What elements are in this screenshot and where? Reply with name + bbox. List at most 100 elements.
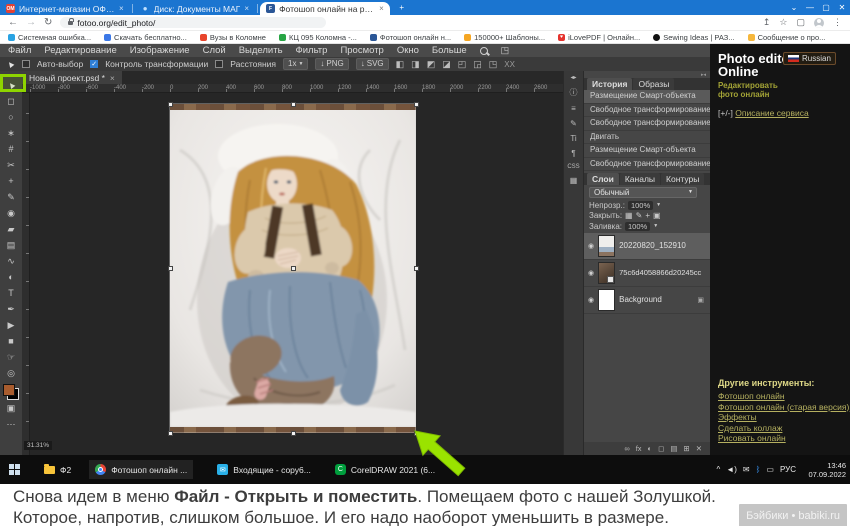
frame-icon-3[interactable]: ◳ bbox=[489, 59, 498, 70]
document-tab[interactable]: Новый проект.psd * × bbox=[22, 71, 122, 84]
auto-select-checkbox[interactable] bbox=[21, 60, 30, 68]
visibility-eye-icon[interactable]: ◉ bbox=[588, 269, 594, 277]
tool-zoom[interactable]: ◎ bbox=[0, 365, 22, 381]
info-panel-icon[interactable]: ⓘ bbox=[570, 87, 578, 98]
link-effects[interactable]: Эффекты bbox=[718, 412, 849, 423]
tool-brush[interactable]: ✎ bbox=[0, 189, 22, 205]
history-item[interactable]: Размещение Смарт-объекта bbox=[584, 144, 710, 158]
scale-dropdown[interactable]: 1x ▼ bbox=[283, 58, 309, 70]
description-toggle[interactable]: [+/-] bbox=[718, 108, 733, 118]
service-description-link[interactable]: Описание сервиса bbox=[735, 108, 808, 118]
foreground-color-swatch[interactable] bbox=[3, 384, 15, 396]
url-bar[interactable]: fotoo.org/edit_photo/ bbox=[60, 17, 327, 28]
tab-snapshots[interactable]: Образы bbox=[633, 78, 675, 90]
collapse-right-icon[interactable]: ▸◂ bbox=[701, 72, 706, 78]
lock-all-icon[interactable]: ▣ bbox=[653, 211, 661, 220]
align-center-icon[interactable]: ◨ bbox=[411, 59, 420, 70]
document-close-icon[interactable]: × bbox=[110, 73, 115, 83]
history-item[interactable]: Двигать bbox=[584, 130, 710, 144]
tool-marquee[interactable]: ◻ bbox=[0, 93, 22, 109]
new-tab-button[interactable]: + bbox=[394, 0, 410, 15]
tool-lasso[interactable]: ○ bbox=[0, 109, 22, 125]
character-panel-icon[interactable]: Ti bbox=[570, 134, 576, 143]
window-restore-icon[interactable]: ▢ bbox=[818, 0, 834, 15]
visibility-eye-icon[interactable]: ◉ bbox=[588, 296, 594, 304]
fill-value[interactable]: 100% bbox=[625, 221, 651, 231]
transform-handle-mid-left[interactable] bbox=[168, 266, 173, 271]
lock-pixels-icon[interactable]: ✎ bbox=[636, 211, 643, 220]
menu-image[interactable]: Изображение bbox=[130, 45, 190, 56]
tool-shape[interactable]: ■ bbox=[0, 333, 22, 349]
browser-tab-1[interactable]: ОМ Интернет-магазин ОФИСМАГ × bbox=[0, 2, 130, 15]
lock-position-icon[interactable]: + bbox=[645, 211, 650, 220]
bookmark-star-icon[interactable]: ☆ bbox=[779, 17, 787, 28]
collapse-panels-icon[interactable]: ◂▸ bbox=[570, 74, 576, 81]
bookmark-item[interactable]: 150000+ Шаблоны... bbox=[464, 33, 545, 42]
frame-icon-1[interactable]: ◰ bbox=[458, 59, 467, 70]
tool-magic-wand[interactable]: ∗ bbox=[0, 125, 22, 141]
taskbar-chrome-app[interactable]: Фотошоп онлайн ... bbox=[89, 460, 194, 479]
tool-healing[interactable]: + bbox=[0, 173, 22, 189]
link-layers-icon[interactable]: ∞ bbox=[624, 444, 629, 453]
tab-close-icon[interactable]: × bbox=[379, 4, 384, 13]
link-draw-online[interactable]: Рисовать онлайн bbox=[718, 433, 849, 444]
bookmark-item[interactable]: КЦ 095 Коломна -... bbox=[278, 33, 357, 42]
tab-layers[interactable]: Слои bbox=[587, 173, 619, 185]
transform-handle-center[interactable] bbox=[291, 266, 296, 271]
reload-icon[interactable]: ↻ bbox=[44, 17, 52, 28]
tool-path-select[interactable]: ▶ bbox=[0, 317, 22, 333]
fullscreen-icon[interactable]: ◳ bbox=[501, 45, 510, 56]
layer-group-icon[interactable]: ▤ bbox=[670, 444, 677, 453]
menu-more[interactable]: Больше bbox=[432, 45, 467, 56]
browser-menu-icon[interactable]: ⋮ bbox=[833, 17, 842, 28]
menu-view[interactable]: Просмотр bbox=[340, 45, 383, 56]
tool-crop[interactable]: # bbox=[0, 141, 22, 157]
transform-controls-checkbox[interactable]: ✓ bbox=[90, 60, 99, 68]
transform-handle-mid-right[interactable] bbox=[414, 266, 419, 271]
tab-history[interactable]: История bbox=[587, 78, 633, 90]
lock-transparency-icon[interactable]: ▦ bbox=[625, 211, 633, 220]
tab-close-icon[interactable]: × bbox=[244, 4, 249, 13]
menu-edit[interactable]: Редактирование bbox=[44, 45, 116, 56]
layer-mask-icon[interactable]: ◻ bbox=[658, 444, 664, 453]
history-item[interactable]: Свободное трансформирование bbox=[584, 103, 710, 117]
export-svg-button[interactable]: ↓ SVG bbox=[355, 58, 389, 70]
distribute-icon[interactable]: ◪ bbox=[442, 59, 451, 70]
distances-checkbox[interactable] bbox=[215, 60, 224, 68]
link-collage[interactable]: Сделать коллаж bbox=[718, 423, 849, 434]
layer-row-background[interactable]: ◉ Background ▣ bbox=[584, 287, 710, 314]
menu-window[interactable]: Окно bbox=[397, 45, 419, 56]
menu-select[interactable]: Выделить bbox=[239, 45, 283, 56]
tool-hand[interactable]: ☞ bbox=[0, 349, 22, 365]
browser-tab-2[interactable]: ● Диск: Документы МАГ × bbox=[135, 2, 255, 15]
bluetooth-icon[interactable]: ᛒ bbox=[756, 465, 761, 474]
menu-filter[interactable]: Фильтр bbox=[296, 45, 328, 56]
window-close-icon[interactable]: ✕ bbox=[834, 0, 850, 15]
profile-avatar[interactable] bbox=[814, 17, 824, 28]
history-item[interactable]: Свободное трансформирование bbox=[584, 157, 710, 171]
window-chevron-icon[interactable]: ⌄ bbox=[786, 0, 802, 15]
taskbar-mail-app[interactable]: ✉ Входящие - сору6... bbox=[217, 464, 311, 475]
menu-file[interactable]: Файл bbox=[8, 45, 31, 56]
clock[interactable]: 13:46 07.09.2022 bbox=[802, 461, 846, 479]
tool-dodge[interactable]: ◐ bbox=[0, 269, 22, 285]
tool-type[interactable]: T bbox=[0, 285, 22, 301]
tab-channels[interactable]: Каналы bbox=[619, 173, 661, 185]
split-view-icon[interactable]: ▢ bbox=[796, 17, 805, 28]
history-item[interactable]: Размещение Смарт-объекта bbox=[584, 90, 710, 104]
color-swatches[interactable] bbox=[3, 384, 19, 400]
volume-icon[interactable]: ◄) bbox=[726, 465, 737, 474]
tool-pen[interactable]: ✒ bbox=[0, 301, 22, 317]
tool-more[interactable]: ⋯ bbox=[0, 416, 22, 432]
tool-gradient[interactable]: ▤ bbox=[0, 237, 22, 253]
keyboard-language[interactable]: РУС bbox=[780, 465, 796, 474]
layer-row[interactable]: ◉ 75c6d4058866d20245cc bbox=[584, 260, 710, 287]
tool-clone-stamp[interactable]: ◉ bbox=[0, 205, 22, 221]
adjustments-panel-icon[interactable]: ≡ bbox=[571, 104, 576, 113]
tray-mail-icon[interactable]: ✉ bbox=[743, 465, 750, 474]
bookmark-item[interactable]: Вузы в Коломне bbox=[199, 33, 266, 42]
adjustment-layer-icon[interactable]: ◐ bbox=[648, 444, 653, 453]
start-button[interactable] bbox=[9, 464, 20, 475]
transform-handle-bottom-center[interactable] bbox=[291, 431, 296, 436]
transform-handle-top-right[interactable] bbox=[414, 102, 419, 107]
